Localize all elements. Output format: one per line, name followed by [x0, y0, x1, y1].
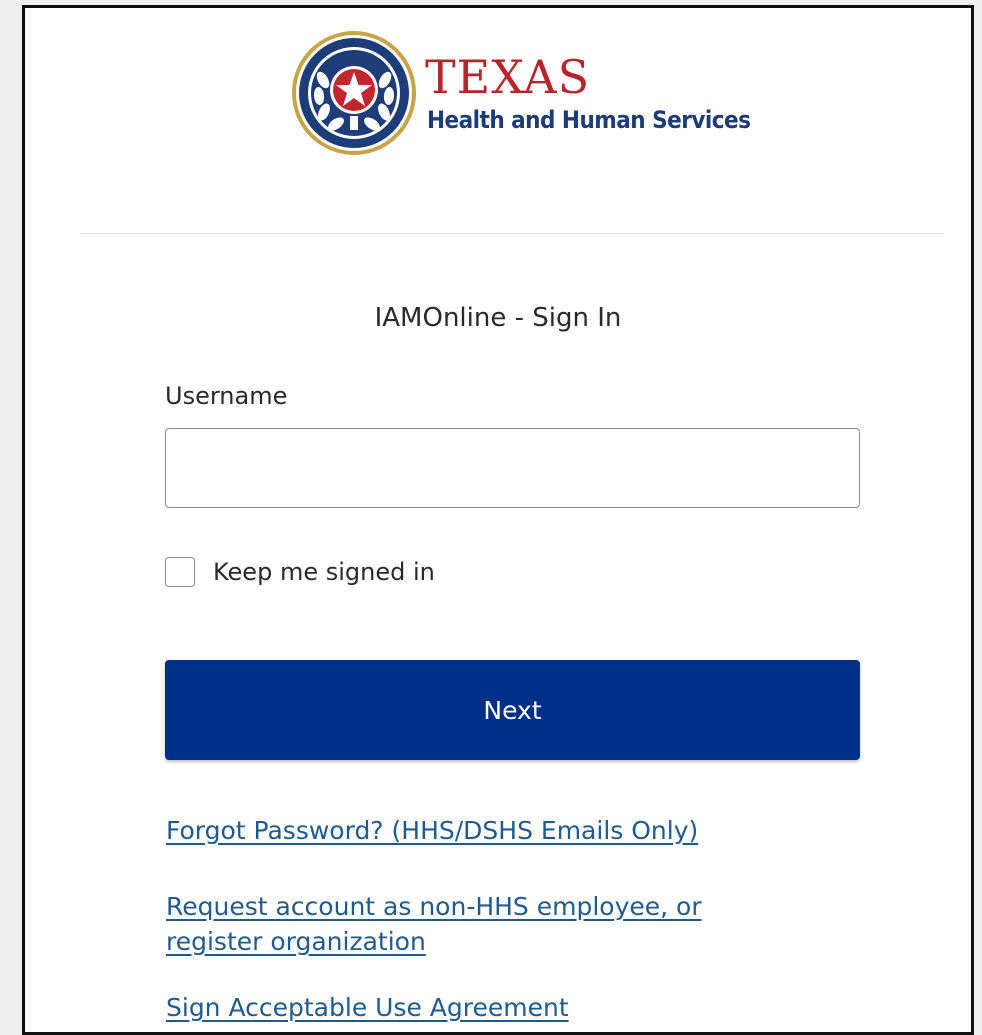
sign-agreement-link[interactable]: Sign Acceptable Use Agreement — [166, 991, 569, 1025]
texas-seal-icon — [292, 31, 416, 155]
texas-hhs-logo: TEXAS Health and Human Services — [291, 30, 751, 160]
request-account-link[interactable]: Request account as non-HHS employee, or — [166, 890, 702, 924]
keep-signed-in-label[interactable]: Keep me signed in — [213, 557, 435, 587]
page-title: IAMOnline - Sign In — [374, 303, 622, 333]
register-organization-link[interactable]: register organization — [166, 925, 426, 959]
keep-signed-in-checkbox[interactable] — [165, 557, 195, 587]
logo-hhs-text: Health and Human Services — [427, 106, 751, 134]
keep-signed-in-row[interactable]: Keep me signed in — [165, 556, 435, 588]
next-button[interactable]: Next — [165, 660, 860, 760]
username-label: Username — [165, 382, 288, 410]
sign-in-card: TEXAS Health and Human Services IAMOnlin… — [22, 5, 974, 1035]
header-divider — [81, 233, 943, 234]
username-input[interactable] — [165, 428, 860, 508]
forgot-password-link[interactable]: Forgot Password? (HHS/DSHS Emails Only) — [166, 814, 698, 848]
logo-texas-text: TEXAS — [425, 50, 591, 104]
